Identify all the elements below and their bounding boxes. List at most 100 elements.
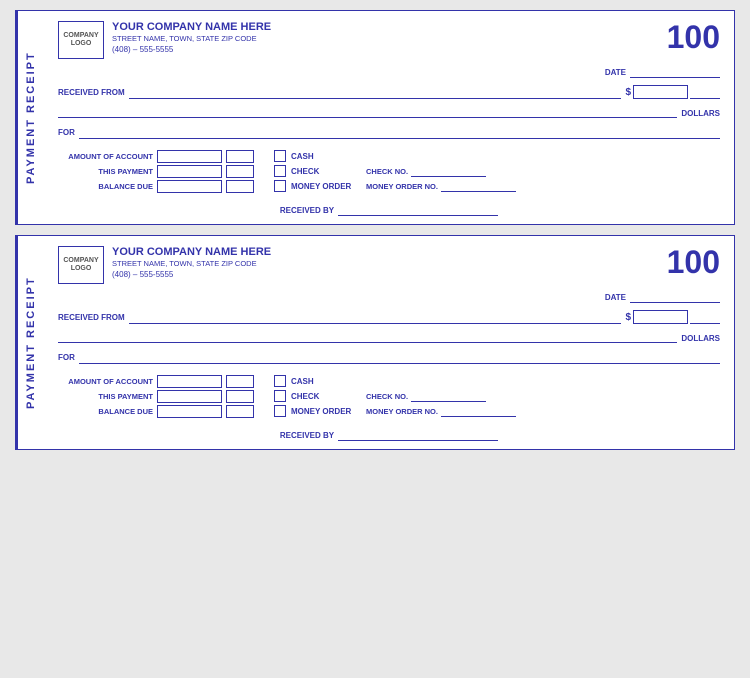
received-by-row-2: RECEIVED BY <box>58 429 720 441</box>
logo-box-1: COMPANY LOGO <box>58 21 104 59</box>
money-order-checkbox-1[interactable] <box>274 180 286 192</box>
check-no-section-1: CHECK NO. <box>366 165 486 177</box>
amount-line2-1[interactable] <box>690 85 720 99</box>
receipt-number-2: 100 <box>667 246 720 278</box>
money-order-checkbox-2[interactable] <box>274 405 286 417</box>
date-field-2[interactable] <box>630 291 720 303</box>
received-from-row-1: RECEIVED FROM $ <box>58 85 720 99</box>
logo-info-1: COMPANY LOGO YOUR COMPANY NAME HERE STRE… <box>58 21 271 59</box>
side-label-1: PAYMENT RECEIPT <box>16 11 44 224</box>
balance-due-field-1[interactable] <box>157 180 222 193</box>
receipt-body-1: COMPANY LOGO YOUR COMPANY NAME HERE STRE… <box>44 11 734 224</box>
company-address-2: STREET NAME, TOWN, STATE ZIP CODE <box>112 259 271 268</box>
balance-due-label-2: BALANCE DUE <box>58 407 153 416</box>
receipt-2: PAYMENT RECEIPT COMPANY LOGO YOUR COMPAN… <box>15 235 735 450</box>
this-payment-row-2: THIS PAYMENT <box>58 390 254 403</box>
check-checkbox-1[interactable] <box>274 165 286 177</box>
amount-box-1[interactable] <box>633 85 688 99</box>
cash-label-1: CASH <box>291 152 361 161</box>
check-label-2: CHECK <box>291 392 361 401</box>
for-label-2: FOR <box>58 353 75 362</box>
money-order-no-field-1[interactable] <box>441 180 516 192</box>
cash-row-1: CASH <box>274 150 516 162</box>
check-row-2: CHECK CHECK NO. <box>274 390 516 402</box>
date-label-2: DATE <box>605 293 626 302</box>
amount-table-1: AMOUNT OF ACCOUNT THIS PAYMENT BALANCE D… <box>58 150 254 193</box>
check-checkbox-2[interactable] <box>274 390 286 402</box>
logo-line2-2: LOGO <box>71 265 92 273</box>
amount-of-account-row-1: AMOUNT OF ACCOUNT <box>58 150 254 163</box>
amount-of-account-label-2: AMOUNT OF ACCOUNT <box>58 377 153 386</box>
company-name-1: YOUR COMPANY NAME HERE <box>112 21 271 33</box>
for-label-1: FOR <box>58 128 75 137</box>
money-order-no-label-2: MONEY ORDER NO. <box>366 407 438 416</box>
cash-label-2: CASH <box>291 377 361 386</box>
receipt-body-2: COMPANY LOGO YOUR COMPANY NAME HERE STRE… <box>44 236 734 449</box>
balance-due-row-2: BALANCE DUE <box>58 405 254 418</box>
check-label-1: CHECK <box>291 167 361 176</box>
dollars-line-2[interactable] <box>58 329 677 343</box>
check-no-label-1: CHECK NO. <box>366 167 408 176</box>
for-row-1: FOR <box>58 125 720 139</box>
this-payment-field-2[interactable] <box>157 390 222 403</box>
check-no-section-2: CHECK NO. <box>366 390 486 402</box>
for-row-2: FOR <box>58 350 720 364</box>
this-payment-label-2: THIS PAYMENT <box>58 392 153 401</box>
dollars-line-1[interactable] <box>58 104 677 118</box>
money-order-no-field-2[interactable] <box>441 405 516 417</box>
balance-due-field2-2[interactable] <box>226 405 254 418</box>
bottom-section-2: AMOUNT OF ACCOUNT THIS PAYMENT BALANCE D… <box>58 375 720 418</box>
received-from-label-2: RECEIVED FROM <box>58 313 125 322</box>
received-from-label-1: RECEIVED FROM <box>58 88 125 97</box>
check-no-field-2[interactable] <box>411 390 486 402</box>
cash-row-2: CASH <box>274 375 516 387</box>
payment-types-2: CASH CHECK CHECK NO. MONEY ORDER MONEY O… <box>274 375 516 418</box>
amount-of-account-field-1[interactable] <box>157 150 222 163</box>
check-no-field-1[interactable] <box>411 165 486 177</box>
amount-table-2: AMOUNT OF ACCOUNT THIS PAYMENT BALANCE D… <box>58 375 254 418</box>
cash-checkbox-1[interactable] <box>274 150 286 162</box>
received-by-label-1: RECEIVED BY <box>280 206 334 215</box>
money-order-no-section-2: MONEY ORDER NO. <box>366 405 516 417</box>
amount-box-2[interactable] <box>633 310 688 324</box>
receipt-1: PAYMENT RECEIPT COMPANY LOGO YOUR COMPAN… <box>15 10 735 225</box>
money-order-label-1: MONEY ORDER <box>291 182 361 191</box>
amount-of-account-label-1: AMOUNT OF ACCOUNT <box>58 152 153 161</box>
logo-line1-2: COMPANY <box>63 257 98 265</box>
amount-line2-2[interactable] <box>690 310 720 324</box>
balance-due-label-1: BALANCE DUE <box>58 182 153 191</box>
dollars-label-1: DOLLARS <box>681 109 720 118</box>
received-from-field-1[interactable] <box>129 85 622 99</box>
date-field-1[interactable] <box>630 66 720 78</box>
amount-of-account-field-2[interactable] <box>157 375 222 388</box>
received-by-field-2[interactable] <box>338 429 498 441</box>
received-by-field-1[interactable] <box>338 204 498 216</box>
amount-of-account-field2-1[interactable] <box>226 150 254 163</box>
company-info-2: YOUR COMPANY NAME HERE STREET NAME, TOWN… <box>112 246 271 279</box>
money-order-row-1: MONEY ORDER MONEY ORDER NO. <box>274 180 516 192</box>
for-field-2[interactable] <box>79 350 720 364</box>
received-by-label-2: RECEIVED BY <box>280 431 334 440</box>
company-info-1: YOUR COMPANY NAME HERE STREET NAME, TOWN… <box>112 21 271 54</box>
check-row-1: CHECK CHECK NO. <box>274 165 516 177</box>
this-payment-field-1[interactable] <box>157 165 222 178</box>
for-field-1[interactable] <box>79 125 720 139</box>
received-from-field-2[interactable] <box>129 310 622 324</box>
balance-due-field-2[interactable] <box>157 405 222 418</box>
this-payment-field2-1[interactable] <box>226 165 254 178</box>
money-order-row-2: MONEY ORDER MONEY ORDER NO. <box>274 405 516 417</box>
amount-of-account-row-2: AMOUNT OF ACCOUNT <box>58 375 254 388</box>
this-payment-field2-2[interactable] <box>226 390 254 403</box>
amount-of-account-field2-2[interactable] <box>226 375 254 388</box>
balance-due-field2-1[interactable] <box>226 180 254 193</box>
cash-checkbox-2[interactable] <box>274 375 286 387</box>
dollar-section-1: $ <box>625 85 720 99</box>
dollar-section-2: $ <box>625 310 720 324</box>
date-row-2: DATE <box>58 291 720 303</box>
logo-info-2: COMPANY LOGO YOUR COMPANY NAME HERE STRE… <box>58 246 271 284</box>
dollars-row-2: DOLLARS <box>58 329 720 343</box>
balance-due-row-1: BALANCE DUE <box>58 180 254 193</box>
this-payment-label-1: THIS PAYMENT <box>58 167 153 176</box>
header-row-2: COMPANY LOGO YOUR COMPANY NAME HERE STRE… <box>58 246 720 284</box>
side-label-2: PAYMENT RECEIPT <box>16 236 44 449</box>
